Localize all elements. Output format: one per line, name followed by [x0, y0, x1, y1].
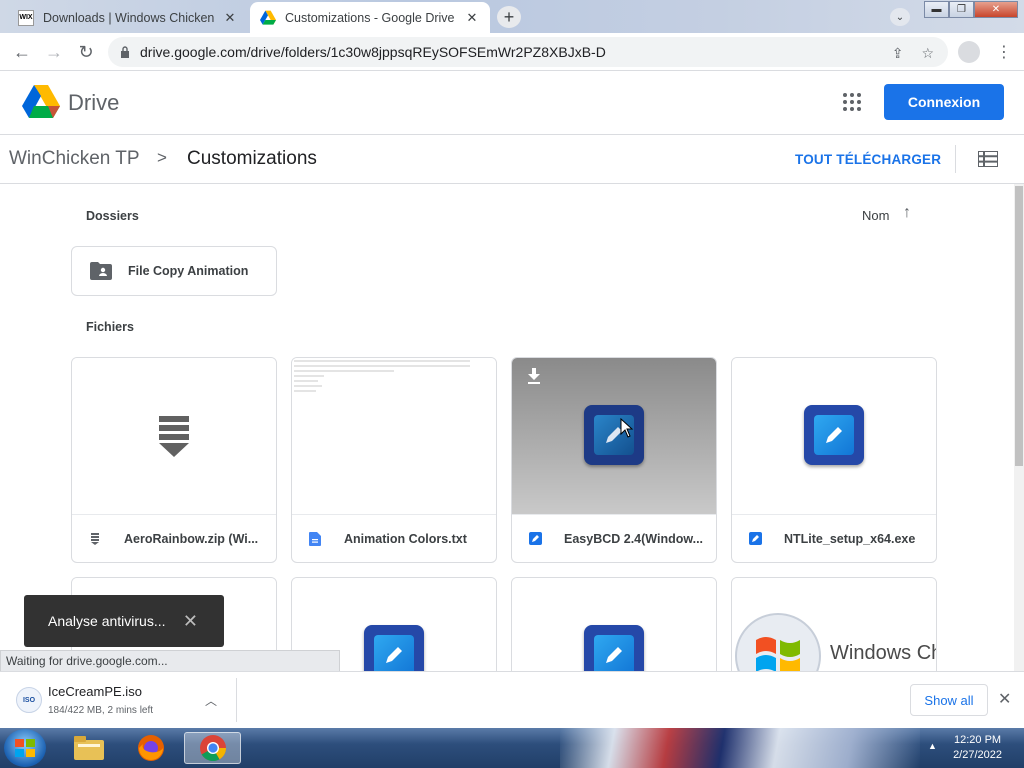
- tab-google-drive[interactable]: Customizations - Google Drive ✕: [250, 2, 490, 33]
- drive-header: Drive Connexion: [0, 71, 1024, 135]
- signin-button[interactable]: Connexion: [884, 84, 1004, 120]
- file-thumbnail: [512, 578, 716, 671]
- app-name: Drive: [68, 90, 120, 115]
- file-card-hovered[interactable]: EasyBCD 2.4(Window...: [511, 357, 717, 563]
- tab-title: Customizations - Google Drive: [285, 10, 455, 25]
- new-tab-button[interactable]: +: [497, 6, 521, 28]
- file-name: NTLite_setup_x64.exe: [784, 531, 916, 546]
- file-thumbnail: Windows Ch: [732, 578, 936, 671]
- file-name: EasyBCD 2.4(Window...: [564, 531, 704, 546]
- forward-button[interactable]: →: [42, 41, 66, 63]
- close-tab-icon[interactable]: ✕: [464, 10, 480, 26]
- address-actions: ⇪ ☆: [892, 45, 934, 62]
- iso-file-icon: ISO: [16, 687, 42, 713]
- divider: [955, 145, 956, 173]
- thumbnail-text: Windows Ch: [830, 642, 937, 664]
- window-controls: ▬ ❐ ✕: [924, 1, 1018, 19]
- browser-menu-icon[interactable]: ⋮: [996, 42, 1012, 62]
- breadcrumb-current: Customizations: [187, 148, 317, 169]
- close-tab-icon[interactable]: ✕: [222, 10, 238, 26]
- download-filename[interactable]: IceCreamPE.iso: [48, 684, 142, 699]
- status-bubble: Waiting for drive.google.com...: [0, 650, 340, 672]
- app-icon: [584, 405, 644, 465]
- lock-icon: [121, 46, 129, 58]
- file-name: Animation Colors.txt: [344, 531, 467, 546]
- profile-avatar[interactable]: [958, 41, 980, 63]
- file-card[interactable]: Windows Ch: [731, 577, 937, 671]
- tab-strip: WIX Downloads | Windows Chicken ✕ Custom…: [0, 0, 1024, 33]
- file-card[interactable]: NTLite_setup_x64.exe: [731, 357, 937, 563]
- tray-expand-icon[interactable]: ▲: [928, 741, 937, 751]
- system-clock[interactable]: 12:20 PM 2/27/2022: [953, 733, 1002, 763]
- text-preview: [292, 358, 496, 514]
- chevron-up-icon[interactable]: ︿: [205, 692, 217, 709]
- taskbar: ▲ 12:20 PM 2/27/2022: [0, 728, 1024, 768]
- windows-logo-icon: [735, 613, 821, 671]
- download-all-button[interactable]: TOUT TÉLÉCHARGER: [795, 152, 941, 167]
- exe-icon: [528, 532, 542, 546]
- chrome-icon[interactable]: [184, 732, 241, 764]
- breadcrumb-parent[interactable]: WinChicken TP: [9, 148, 140, 170]
- show-all-button[interactable]: Show all: [910, 684, 988, 716]
- folder-item[interactable]: File Copy Animation: [71, 246, 277, 296]
- maximize-button[interactable]: ❐: [949, 1, 974, 18]
- browser-toolbar: ← → ↻ drive.google.com/drive/folders/1c3…: [0, 33, 1024, 71]
- folder-name: File Copy Animation: [128, 264, 249, 278]
- zip-icon: [159, 416, 189, 457]
- drive-logo-icon: [22, 85, 60, 118]
- apps-grid-icon[interactable]: [843, 93, 861, 111]
- list-view-icon[interactable]: [978, 151, 998, 167]
- sort-by-name[interactable]: Nom: [862, 208, 889, 223]
- breadcrumb: WinChicken TP > Customizations TOUT TÉLÉ…: [0, 135, 1024, 184]
- file-card[interactable]: AeroRainbow.zip (Wi...: [71, 357, 277, 563]
- file-thumbnail: [732, 358, 936, 514]
- close-icon[interactable]: ✕: [183, 611, 198, 632]
- app-icon: [584, 625, 644, 671]
- scrollbar-thumb[interactable]: [1015, 186, 1023, 466]
- tab-search-icon[interactable]: ⌄: [890, 8, 910, 26]
- app-icon: [804, 405, 864, 465]
- shared-folder-icon: [90, 262, 112, 280]
- mouse-cursor-icon: [620, 418, 634, 438]
- desktop-wallpaper: [560, 728, 920, 768]
- chevron-right-icon: >: [157, 148, 167, 167]
- file-card[interactable]: [511, 577, 717, 671]
- tab-windows-chicken[interactable]: WIX Downloads | Windows Chicken ✕: [8, 2, 248, 33]
- files-heading: Fichiers: [86, 320, 134, 334]
- minimize-button[interactable]: ▬: [924, 1, 949, 18]
- share-icon[interactable]: ⇪: [892, 45, 904, 62]
- antivirus-toast: Analyse antivirus... ✕: [24, 595, 224, 647]
- close-shelf-icon[interactable]: ✕: [998, 689, 1011, 709]
- clock-date: 2/27/2022: [953, 749, 1002, 761]
- file-thumbnail: [72, 358, 276, 514]
- zip-icon: [88, 532, 102, 546]
- clock-time: 12:20 PM: [953, 734, 1002, 746]
- url-text: drive.google.com/drive/folders/1c30w8jpp…: [140, 44, 606, 60]
- arrow-up-icon[interactable]: ↑: [903, 204, 911, 222]
- downloads-shelf: ISO IceCreamPE.iso 184/422 MB, 2 mins le…: [0, 671, 1024, 728]
- start-button[interactable]: [4, 729, 46, 767]
- drive-icon: [260, 10, 276, 25]
- file-card[interactable]: Animation Colors.txt: [291, 357, 497, 563]
- tab-title: Downloads | Windows Chicken: [43, 10, 215, 25]
- file-explorer-icon[interactable]: [69, 732, 109, 764]
- download-icon[interactable]: [526, 368, 542, 384]
- reload-button[interactable]: ↻: [74, 41, 98, 63]
- address-bar[interactable]: drive.google.com/drive/folders/1c30w8jpp…: [108, 37, 948, 67]
- close-window-button[interactable]: ✕: [974, 1, 1018, 18]
- download-progress: 184/422 MB, 2 mins left: [48, 705, 154, 716]
- exe-icon: [748, 532, 762, 546]
- bookmark-star-icon[interactable]: ☆: [921, 45, 934, 62]
- app-icon: [364, 625, 424, 671]
- file-name: AeroRainbow.zip (Wi...: [124, 531, 259, 546]
- file-thumbnail: [512, 358, 716, 514]
- firefox-icon[interactable]: [131, 732, 171, 764]
- divider: [236, 678, 237, 722]
- doc-icon: [308, 531, 322, 546]
- toast-text: Analyse antivirus...: [48, 613, 166, 629]
- back-button[interactable]: ←: [10, 41, 34, 63]
- wix-icon: WIX: [18, 9, 34, 26]
- folders-heading: Dossiers: [86, 209, 139, 223]
